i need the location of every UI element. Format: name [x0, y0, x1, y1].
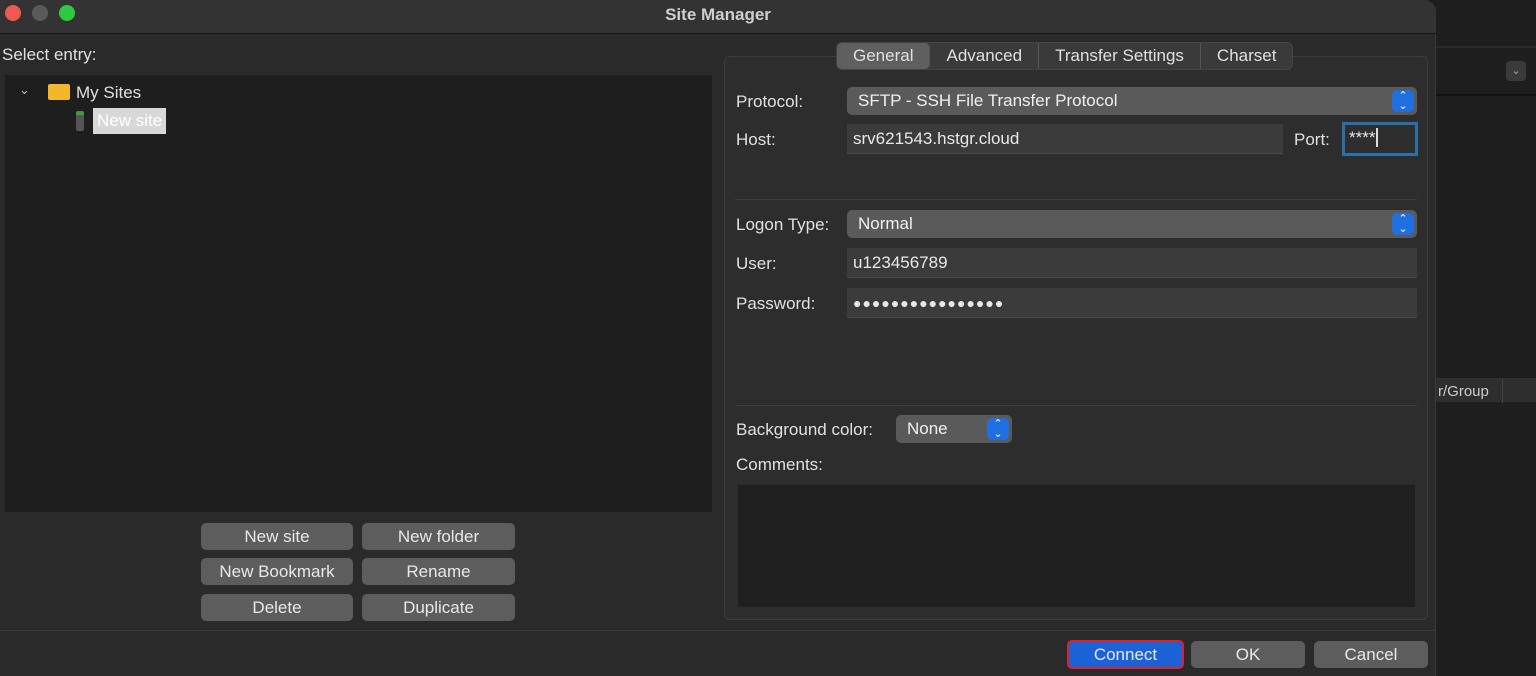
- cancel-button[interactable]: Cancel: [1314, 641, 1428, 668]
- host-label: Host:: [736, 130, 776, 150]
- select-entry-label: Select entry:: [2, 45, 97, 65]
- host-input[interactable]: srv621543.hstgr.cloud: [847, 124, 1283, 154]
- updown-chevron-icon: ⌃⌄: [1392, 90, 1414, 112]
- updown-chevron-icon: ⌃⌄: [1392, 213, 1414, 235]
- tab-transfer-settings[interactable]: Transfer Settings: [1039, 43, 1201, 69]
- ok-button[interactable]: OK: [1191, 641, 1305, 668]
- tab-charset[interactable]: Charset: [1201, 43, 1293, 69]
- tree-item-my-sites[interactable]: My Sites: [76, 83, 141, 103]
- protocol-label: Protocol:: [736, 92, 803, 112]
- site-tree[interactable]: ⌄ My Sites New site: [5, 75, 712, 512]
- port-value: ****: [1349, 128, 1375, 147]
- comments-label: Comments:: [736, 455, 823, 475]
- connect-button[interactable]: Connect: [1067, 640, 1184, 669]
- footer-divider: [0, 630, 1436, 631]
- logon-type-label: Logon Type:: [736, 215, 829, 235]
- divider: [735, 199, 1417, 200]
- new-site-button[interactable]: New site: [201, 523, 353, 550]
- port-label: Port:: [1294, 130, 1330, 150]
- tree-item-new-site[interactable]: New site: [93, 108, 166, 134]
- background-app: ⌄ r/Group: [1436, 0, 1536, 676]
- background-color-label: Background color:: [736, 420, 873, 440]
- password-label: Password:: [736, 294, 815, 314]
- folder-icon: [48, 84, 70, 100]
- delete-button[interactable]: Delete: [201, 594, 353, 621]
- background-color-value: None: [907, 419, 948, 438]
- protocol-select[interactable]: SFTP - SSH File Transfer Protocol ⌃⌄: [847, 87, 1417, 115]
- port-input[interactable]: ****: [1342, 122, 1418, 156]
- text-cursor: [1376, 128, 1378, 147]
- tab-bar: General Advanced Transfer Settings Chars…: [836, 42, 1293, 70]
- column-divider: [1502, 379, 1503, 403]
- settings-panel: Protocol: SFTP - SSH File Transfer Proto…: [724, 56, 1428, 620]
- background-color-select[interactable]: None ⌃⌄: [896, 415, 1012, 443]
- site-icon: [76, 111, 84, 131]
- column-header[interactable]: r/Group: [1436, 378, 1536, 402]
- updown-chevron-icon: ⌃⌄: [987, 418, 1009, 440]
- comments-textarea[interactable]: [738, 485, 1415, 607]
- title-bar: Site Manager: [0, 0, 1436, 34]
- logon-type-select[interactable]: Normal ⌃⌄: [847, 210, 1417, 238]
- rename-button[interactable]: Rename: [362, 558, 515, 585]
- protocol-value: SFTP - SSH File Transfer Protocol: [858, 91, 1117, 110]
- divider: [735, 405, 1417, 406]
- new-bookmark-button[interactable]: New Bookmark: [201, 558, 353, 585]
- password-input[interactable]: ●●●●●●●●●●●●●●●●: [847, 288, 1417, 318]
- logon-type-value: Normal: [858, 214, 913, 233]
- new-folder-button[interactable]: New folder: [362, 523, 515, 550]
- user-input[interactable]: u123456789: [847, 248, 1417, 278]
- column-header-label: r/Group: [1438, 383, 1489, 400]
- site-manager-window: Site Manager Select entry: ⌄ My Sites Ne…: [0, 0, 1436, 676]
- user-label: User:: [736, 254, 777, 274]
- duplicate-button[interactable]: Duplicate: [362, 594, 515, 621]
- chevron-down-icon[interactable]: ⌄: [19, 82, 30, 98]
- chevron-down-icon[interactable]: ⌄: [1506, 61, 1526, 81]
- tab-advanced[interactable]: Advanced: [930, 43, 1039, 69]
- window-title: Site Manager: [0, 5, 1436, 25]
- tab-general[interactable]: General: [837, 43, 930, 69]
